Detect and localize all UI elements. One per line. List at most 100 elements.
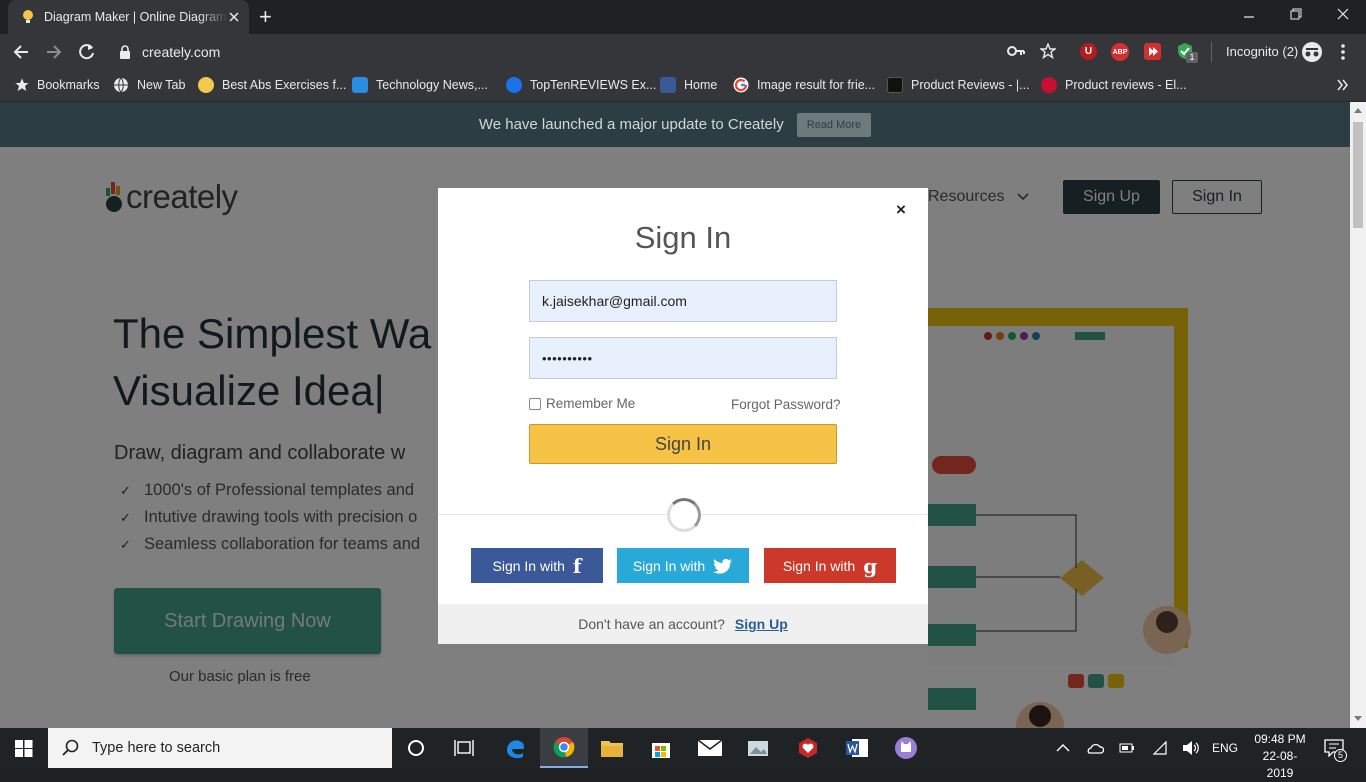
- tray-chevron-up-icon[interactable]: [1056, 743, 1070, 752]
- file-explorer-app[interactable]: [588, 728, 636, 768]
- email-field[interactable]: k.jaisekhar@gmail.com: [529, 280, 837, 322]
- bookmarks-bar: Bookmarks New Tab Best Abs Exercises f..…: [0, 70, 1366, 102]
- bookmark-label: Image result for frie...: [757, 78, 876, 92]
- google-plus-icon: g: [863, 553, 878, 578]
- address-bar[interactable]: creately.com: [142, 44, 220, 60]
- facebook-signin-label: Sign In with: [492, 557, 565, 574]
- task-view-button[interactable]: [440, 728, 488, 768]
- modal-close-icon[interactable]: ×: [896, 200, 906, 220]
- edge-app[interactable]: [491, 728, 539, 768]
- purple-app[interactable]: [882, 728, 930, 768]
- abs-site-icon: [198, 77, 214, 93]
- bookmark-toptenreviews[interactable]: TopTenREVIEWS Ex...: [506, 70, 656, 100]
- bookmark-label: Product reviews - El...: [1065, 78, 1187, 92]
- toptenreviews-icon: [506, 77, 522, 93]
- forward-icon[interactable]: [45, 44, 63, 60]
- cortana-button[interactable]: [392, 728, 440, 768]
- windows-taskbar: Type here to search ENG 09:48 PM 22-08-2…: [0, 728, 1366, 780]
- clock[interactable]: 09:48 PM 22-08-2019: [1250, 731, 1310, 782]
- bookmark-abs-exercises[interactable]: Best Abs Exercises f...: [198, 70, 346, 100]
- browser-tab[interactable]: Diagram Maker | Online Diagram Software: [8, 0, 249, 34]
- menu-kebab-icon[interactable]: [1340, 43, 1346, 61]
- signin-submit-button[interactable]: Sign In: [529, 424, 837, 464]
- mail-app[interactable]: [686, 728, 734, 768]
- volume-icon[interactable]: [1182, 740, 1200, 756]
- bookmark-technology-news[interactable]: Technology News,...: [352, 70, 488, 100]
- video-downloader-icon[interactable]: [1144, 43, 1161, 60]
- bookmark-label: Technology News,...: [376, 78, 488, 92]
- tech-news-icon: [352, 77, 368, 93]
- word-app[interactable]: [833, 728, 881, 768]
- product-reviews-icon: [887, 77, 903, 93]
- cat-app-icon: [895, 737, 917, 759]
- loading-spinner-icon: [667, 498, 701, 532]
- wifi-icon[interactable]: [1152, 740, 1168, 756]
- remember-label: Remember Me: [546, 396, 636, 411]
- signup-link[interactable]: Sign Up: [735, 616, 788, 632]
- scroll-up-arrow-icon[interactable]: [1354, 107, 1362, 113]
- adblock-plus-icon[interactable]: ABP: [1111, 43, 1129, 61]
- star-icon: [15, 78, 29, 91]
- facebook-icon: f: [572, 553, 582, 578]
- mail-icon: [698, 740, 722, 756]
- minimize-icon[interactable]: [1243, 12, 1255, 22]
- page-scrollbar[interactable]: [1350, 102, 1366, 728]
- search-placeholder: Type here to search: [92, 740, 221, 756]
- bookmark-bookmarks[interactable]: Bookmarks: [15, 70, 100, 100]
- modal-title: Sign In: [634, 220, 732, 255]
- chrome-app-active[interactable]: [540, 728, 588, 768]
- tab-close-icon[interactable]: [228, 11, 240, 23]
- update-banner: We have launched a major update to Creat…: [0, 102, 1350, 147]
- window-close-icon[interactable]: [1337, 8, 1349, 20]
- bookmark-product-reviews-el[interactable]: Product reviews - El...: [1041, 70, 1187, 100]
- bookmark-product-reviews[interactable]: Product Reviews - |...: [887, 70, 1030, 100]
- key-icon[interactable]: [1007, 45, 1025, 57]
- battery-icon[interactable]: [1119, 742, 1135, 754]
- bookmark-star-icon[interactable]: [1040, 43, 1056, 59]
- notification-count-badge: 5: [1334, 749, 1347, 762]
- google-signin-button[interactable]: Sign In with g: [764, 548, 896, 583]
- page-viewport: We have launched a major update to Creat…: [0, 102, 1350, 728]
- forgot-password-link[interactable]: Forgot Password?: [731, 397, 841, 412]
- reload-icon[interactable]: [78, 43, 96, 61]
- incognito-icon[interactable]: [1302, 42, 1322, 62]
- scroll-down-arrow-icon[interactable]: [1354, 716, 1362, 722]
- new-tab-button[interactable]: +: [259, 4, 272, 30]
- taskbar-search[interactable]: Type here to search: [48, 728, 392, 768]
- remember-checkbox[interactable]: [529, 397, 541, 410]
- task-view-icon: [454, 740, 474, 756]
- restore-icon[interactable]: [1290, 8, 1302, 20]
- facebook-signin-button[interactable]: Sign In with f: [471, 548, 603, 583]
- windows-start-icon[interactable]: [15, 740, 33, 757]
- chrome-icon: [553, 737, 575, 758]
- photos-app[interactable]: [735, 728, 783, 768]
- language-indicator[interactable]: ENG: [1212, 741, 1238, 755]
- password-field[interactable]: ••••••••••: [529, 337, 837, 379]
- bookmark-label: New Tab: [137, 78, 186, 92]
- bookmark-image-result[interactable]: Image result for frie...: [733, 70, 875, 100]
- bookmark-facebook-home[interactable]: Home: [660, 70, 717, 100]
- remember-me[interactable]: Remember Me: [529, 396, 635, 411]
- store-app[interactable]: [637, 728, 685, 768]
- bookmark-label: Best Abs Exercises f...: [222, 78, 347, 92]
- cortana-icon: [408, 740, 424, 756]
- photos-icon: [748, 741, 768, 756]
- no-account-text: Don't have an account?: [578, 616, 725, 632]
- onedrive-sync-icon[interactable]: [1086, 740, 1104, 756]
- browser-toolbar: creately.com U ABP 1 Incognito (2): [0, 34, 1366, 70]
- lock-icon[interactable]: [119, 45, 131, 59]
- clock-time: 09:48 PM: [1254, 732, 1306, 746]
- toolbar-separator: [1211, 42, 1212, 62]
- ublock-extension-icon[interactable]: U: [1080, 43, 1097, 60]
- read-more-button[interactable]: Read More: [796, 112, 872, 137]
- folder-icon: [601, 741, 623, 757]
- incognito-label[interactable]: Incognito (2): [1226, 44, 1298, 59]
- edge-icon: [507, 740, 524, 759]
- twitter-signin-button[interactable]: Sign In with: [617, 548, 749, 583]
- scroll-thumb[interactable]: [1353, 122, 1363, 228]
- bookmarks-overflow-icon[interactable]: [1337, 79, 1349, 91]
- word-icon: [846, 739, 868, 757]
- bookmark-new-tab[interactable]: New Tab: [113, 70, 185, 100]
- health-app[interactable]: [784, 728, 832, 768]
- back-icon[interactable]: [12, 44, 30, 60]
